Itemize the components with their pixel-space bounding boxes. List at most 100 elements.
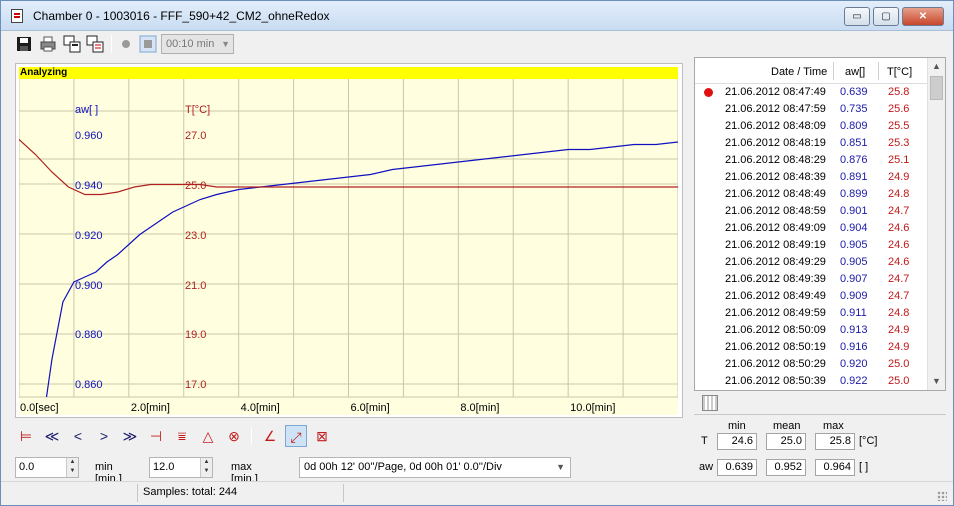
page-setting-select[interactable]: 0d 00h 12' 00''/Page, 0d 00h 01' 0.0''/D… bbox=[299, 457, 571, 478]
aw-tick-label: 0.940 bbox=[75, 180, 103, 192]
resize-grip-icon[interactable] bbox=[937, 491, 947, 501]
close-button[interactable]: ✕ bbox=[902, 7, 944, 26]
t-unit: [°C] bbox=[859, 435, 878, 447]
stat-label-t: T bbox=[701, 435, 708, 447]
previous-icon[interactable]: < bbox=[67, 425, 89, 447]
table-row[interactable]: 21.06.2012 08:50:09 0.913 24.9 bbox=[695, 322, 927, 339]
aw-axis-label: aw[ ] bbox=[75, 104, 98, 116]
table-row[interactable]: 21.06.2012 08:49:49 0.909 24.7 bbox=[695, 288, 927, 305]
table-row[interactable]: 21.06.2012 08:47:49 0.639 25.8 bbox=[695, 84, 927, 101]
curve-a-icon[interactable]: ∠ bbox=[259, 425, 281, 447]
cell-date: 21.06.2012 08:48:29 bbox=[725, 154, 826, 166]
scroll-thumb[interactable] bbox=[930, 76, 943, 100]
save-icon[interactable] bbox=[15, 35, 33, 53]
x-tick-label: 2.0[min] bbox=[131, 402, 170, 414]
status-separator bbox=[137, 484, 138, 502]
scroll-up-icon[interactable]: ▲ bbox=[928, 58, 945, 75]
analysis-icon[interactable]: ⊗ bbox=[223, 425, 245, 447]
last-marker-icon[interactable]: ⊣ bbox=[145, 425, 167, 447]
table-row[interactable]: 21.06.2012 08:50:19 0.916 24.9 bbox=[695, 339, 927, 356]
x-tick-label: 10.0[min] bbox=[570, 402, 615, 414]
column-aw[interactable]: aw[] bbox=[845, 66, 865, 78]
cell-aw: 0.899 bbox=[840, 188, 868, 200]
copy-data-icon[interactable] bbox=[86, 35, 104, 53]
table-row[interactable]: 21.06.2012 08:49:59 0.911 24.8 bbox=[695, 305, 927, 322]
cell-t: 24.7 bbox=[888, 273, 910, 285]
print-icon[interactable] bbox=[39, 35, 57, 53]
table-row[interactable]: 21.06.2012 08:48:09 0.809 25.5 bbox=[695, 118, 927, 135]
t-tick-label: 19.0 bbox=[185, 329, 206, 341]
cell-date: 21.06.2012 08:48:19 bbox=[725, 137, 826, 149]
cell-aw: 0.913 bbox=[840, 324, 868, 336]
samples-count: Samples: total: 244 bbox=[143, 486, 238, 498]
aw-tick-label: 0.880 bbox=[75, 329, 103, 341]
table-scrollbar[interactable]: ▲ ▼ bbox=[927, 58, 945, 390]
app-window: Chamber 0 - 1003016 - FFF_590+42_CM2_ohn… bbox=[0, 0, 954, 506]
range-icon[interactable]: ⩸ bbox=[171, 425, 193, 447]
table-row[interactable]: 21.06.2012 08:48:39 0.891 24.9 bbox=[695, 169, 927, 186]
table-row[interactable]: 21.06.2012 08:50:39 0.922 25.0 bbox=[695, 373, 927, 390]
cell-date: 21.06.2012 08:50:29 bbox=[725, 358, 826, 370]
table-row[interactable]: 21.06.2012 08:48:29 0.876 25.1 bbox=[695, 152, 927, 169]
stop-icon[interactable] bbox=[139, 35, 157, 53]
cell-t: 24.9 bbox=[888, 341, 910, 353]
max-input[interactable]: 12.0 ▲ ▼ bbox=[149, 457, 213, 478]
next-icon[interactable]: > bbox=[93, 425, 115, 447]
cell-t: 24.9 bbox=[888, 324, 910, 336]
first-marker-icon[interactable]: ⊨ bbox=[15, 425, 37, 447]
cell-t: 24.9 bbox=[888, 171, 910, 183]
cell-t: 25.0 bbox=[888, 358, 910, 370]
stat-header-mean: mean bbox=[773, 420, 801, 432]
cell-date: 21.06.2012 08:50:39 bbox=[725, 375, 826, 387]
min-stepper[interactable]: ▲ ▼ bbox=[66, 458, 78, 477]
max-stepper[interactable]: ▲ ▼ bbox=[200, 458, 212, 477]
aw-mean-value: 0.952 bbox=[766, 459, 806, 476]
min-input[interactable]: 0.0 ▲ ▼ bbox=[15, 457, 79, 478]
maximize-button[interactable]: ▢ bbox=[873, 7, 899, 26]
table-options-icon[interactable] bbox=[702, 395, 718, 411]
interval-select[interactable]: 00:10 min ▼ bbox=[161, 34, 234, 54]
aw-tick-label: 0.920 bbox=[75, 230, 103, 242]
table-row[interactable]: 21.06.2012 08:49:19 0.905 24.6 bbox=[695, 237, 927, 254]
minimize-button[interactable]: ▭ bbox=[844, 7, 870, 26]
column-t[interactable]: T[°C] bbox=[887, 66, 912, 78]
cell-t: 24.8 bbox=[888, 188, 910, 200]
aw-min-value: 0.639 bbox=[717, 459, 757, 476]
rewind-icon[interactable]: ≪ bbox=[41, 425, 63, 447]
column-divider bbox=[878, 62, 879, 80]
cell-t: 24.6 bbox=[888, 256, 910, 268]
baseline-icon[interactable]: △ bbox=[197, 425, 219, 447]
cell-date: 21.06.2012 08:48:49 bbox=[725, 188, 826, 200]
copy-window-icon[interactable] bbox=[63, 35, 81, 53]
table-row[interactable]: 21.06.2012 08:49:39 0.907 24.7 bbox=[695, 271, 927, 288]
t-tick-label: 17.0 bbox=[185, 379, 206, 391]
scroll-down-icon[interactable]: ▼ bbox=[928, 373, 945, 390]
stat-header-max: max bbox=[823, 420, 844, 432]
table-row[interactable]: 21.06.2012 08:47:59 0.735 25.6 bbox=[695, 101, 927, 118]
table-row[interactable]: 21.06.2012 08:50:29 0.920 25.0 bbox=[695, 356, 927, 373]
table-row[interactable]: 21.06.2012 08:48:49 0.899 24.8 bbox=[695, 186, 927, 203]
column-date[interactable]: Date / Time bbox=[771, 66, 827, 78]
cell-date: 21.06.2012 08:49:49 bbox=[725, 290, 826, 302]
aw-tick-label: 0.960 bbox=[75, 130, 103, 142]
table-row[interactable]: 21.06.2012 08:49:29 0.905 24.6 bbox=[695, 254, 927, 271]
cell-date: 21.06.2012 08:50:19 bbox=[725, 341, 826, 353]
cell-t: 24.7 bbox=[888, 290, 910, 302]
cell-aw: 0.911 bbox=[840, 307, 867, 319]
table-row[interactable]: 21.06.2012 08:48:19 0.851 25.3 bbox=[695, 135, 927, 152]
fast-forward-icon[interactable]: ≫ bbox=[119, 425, 141, 447]
aw-tick-label: 0.860 bbox=[75, 379, 103, 391]
cell-aw: 0.901 bbox=[840, 205, 868, 217]
record-icon[interactable] bbox=[117, 35, 135, 53]
fit-icon[interactable]: ⊠ bbox=[311, 425, 333, 447]
cell-date: 21.06.2012 08:49:39 bbox=[725, 273, 826, 285]
zoom-curve-icon[interactable]: ⤢ bbox=[285, 425, 307, 447]
cell-aw: 0.905 bbox=[840, 239, 868, 251]
table-row[interactable]: 21.06.2012 08:48:59 0.901 24.7 bbox=[695, 203, 927, 220]
status-separator bbox=[343, 484, 344, 502]
toolbar: 00:10 min ▼ bbox=[1, 31, 953, 57]
aw-unit: [ ] bbox=[859, 461, 869, 473]
table-row[interactable]: 21.06.2012 08:49:09 0.904 24.6 bbox=[695, 220, 927, 237]
cell-date: 21.06.2012 08:49:59 bbox=[725, 307, 826, 319]
line-chart[interactable]: aw[ ] T[°C] 0.960 0.940 0.920 0.900 0.880 0.860… bbox=[19, 79, 678, 415]
